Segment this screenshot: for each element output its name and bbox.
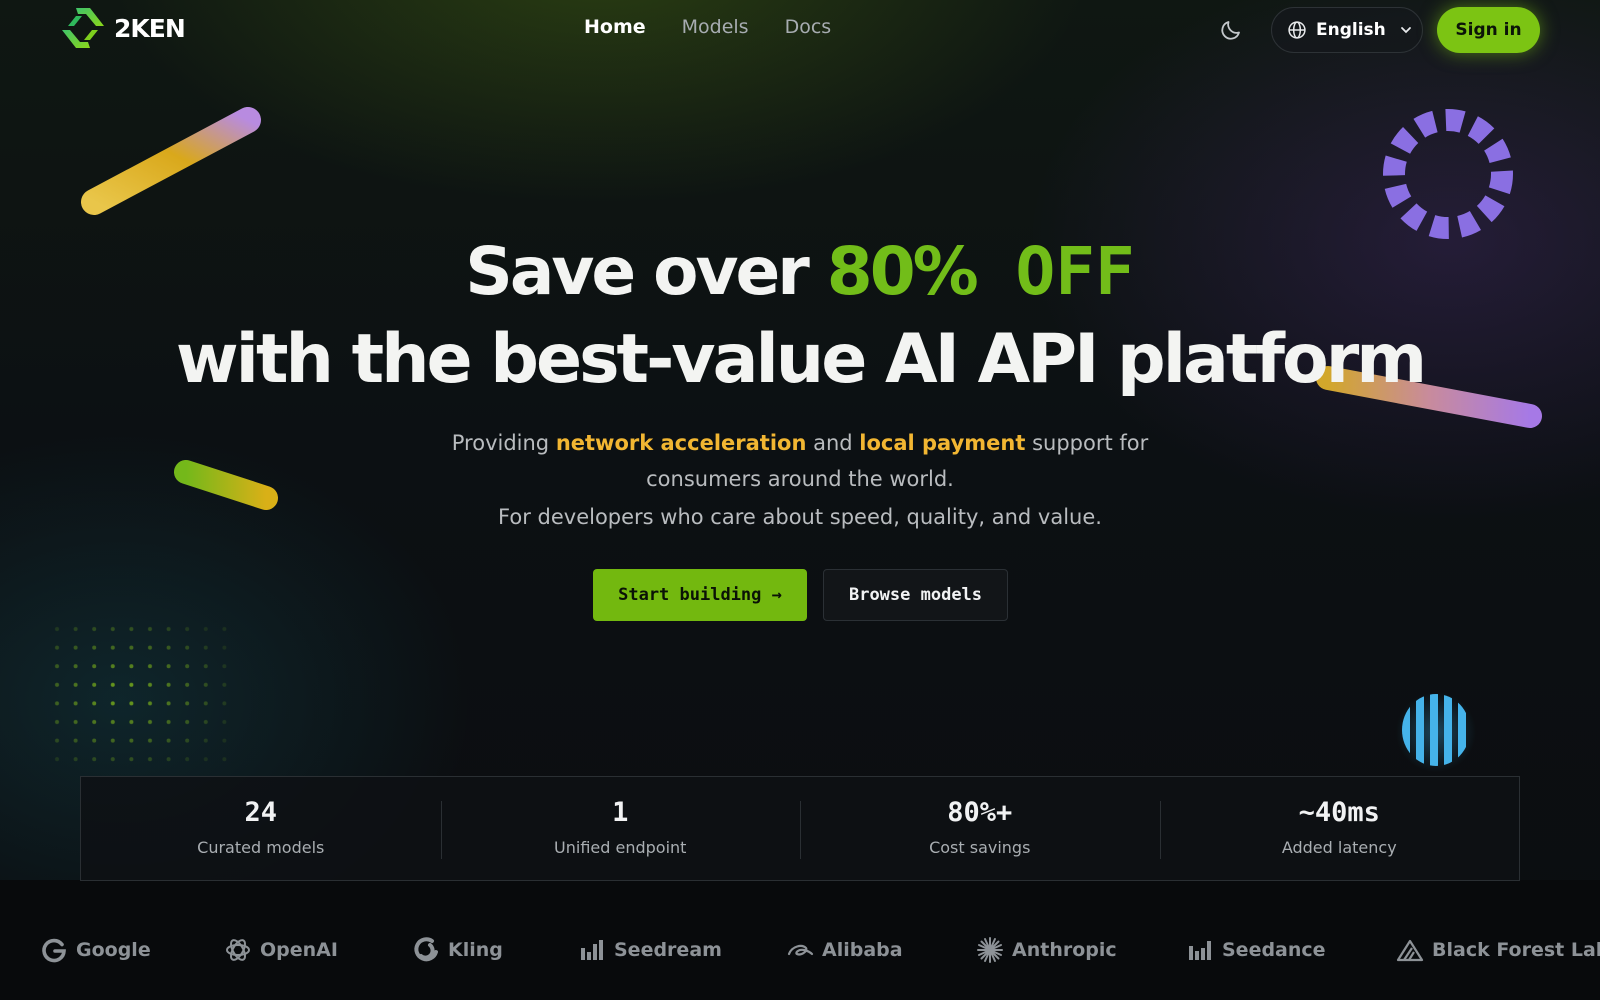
hero-sub-highlight-network: network acceleration bbox=[555, 431, 807, 455]
google-icon bbox=[42, 938, 66, 963]
partner-kling: Kling bbox=[412, 936, 503, 964]
openai-icon bbox=[226, 939, 250, 961]
partner-name: Google bbox=[76, 939, 151, 961]
partner-name: OpenAI bbox=[260, 939, 338, 961]
nav-item-models[interactable]: Models bbox=[682, 16, 749, 38]
stat-value: 24 bbox=[244, 796, 277, 828]
stat-label: Unified endpoint bbox=[554, 837, 687, 857]
partner-logos: Google OpenAI Kling Seedream Alibaba Ant… bbox=[0, 936, 1600, 976]
stat-added-latency: ~40ms Added latency bbox=[1159, 777, 1520, 880]
stat-value: ~40ms bbox=[1298, 796, 1380, 828]
hero-title-off: OFF bbox=[975, 233, 1135, 310]
main-nav: Home Models Docs bbox=[584, 16, 831, 38]
decor-yellow-pill bbox=[81, 107, 261, 215]
kling-icon bbox=[414, 937, 438, 962]
stat-label: Curated models bbox=[197, 837, 325, 857]
stat-curated-models: 24 Curated models bbox=[81, 777, 441, 880]
partner-google: Google bbox=[40, 936, 151, 964]
stat-cost-savings: 80%+ Cost savings bbox=[800, 777, 1160, 880]
partner-name: Black Forest Labs bbox=[1432, 939, 1600, 961]
partner-name: Seedance bbox=[1222, 939, 1326, 961]
anthropic-icon bbox=[977, 937, 1003, 963]
partner-name: Seedream bbox=[614, 939, 722, 961]
nav-item-docs[interactable]: Docs bbox=[785, 16, 832, 38]
language-selector[interactable]: English bbox=[1271, 7, 1423, 53]
hero-subtitle-line1: Providing network acceleration and local… bbox=[0, 425, 1600, 462]
stat-unified-endpoint: 1 Unified endpoint bbox=[440, 777, 801, 880]
stats-panel: 24 Curated models 1 Unified endpoint 80%… bbox=[80, 776, 1520, 881]
decor-striped-circle bbox=[1396, 692, 1476, 772]
hero-title-prefix: Save over bbox=[465, 233, 827, 310]
chevron-down-icon bbox=[1400, 27, 1411, 34]
partner-name: Alibaba bbox=[822, 939, 903, 961]
logo-mark-icon bbox=[62, 8, 104, 48]
moon-icon[interactable] bbox=[1219, 18, 1243, 42]
partner-alibaba: Alibaba bbox=[786, 936, 903, 964]
top-header: 2KEN Home Models Docs English Sign in bbox=[0, 0, 1600, 60]
partner-seedance: Seedance bbox=[1186, 936, 1326, 964]
decor-dashed-ring bbox=[1383, 109, 1513, 239]
hero-subtitle-line3: For developers who care about speed, qua… bbox=[498, 505, 1102, 529]
stat-value: 80%+ bbox=[947, 796, 1013, 828]
hero-title-line2: with the best-value AI API platform bbox=[175, 320, 1427, 399]
seedream-icon bbox=[581, 940, 603, 960]
partner-black-forest-labs: Black Forest Labs bbox=[1396, 936, 1600, 964]
partner-openai: OpenAI bbox=[224, 936, 338, 964]
hero-sub-text-b: and bbox=[806, 431, 860, 455]
partner-name: Kling bbox=[448, 939, 503, 961]
nav-item-home[interactable]: Home bbox=[584, 16, 646, 38]
black-forest-labs-icon bbox=[1396, 939, 1424, 962]
language-label: English bbox=[1316, 20, 1386, 40]
stat-label: Cost savings bbox=[929, 837, 1031, 857]
partner-anthropic: Anthropic bbox=[976, 936, 1117, 964]
partner-name: Anthropic bbox=[1012, 939, 1117, 961]
alibaba-icon bbox=[787, 944, 814, 956]
brand-logo[interactable]: 2KEN bbox=[60, 6, 186, 50]
brand-name: 2KEN bbox=[114, 13, 186, 43]
start-building-button[interactable]: Start building → bbox=[593, 569, 807, 621]
hero-sub-text-c: support for bbox=[1025, 431, 1149, 455]
hero-subtitle-line2: consumers around the world. bbox=[646, 467, 954, 491]
stat-label: Added latency bbox=[1281, 837, 1397, 857]
hero-sub-text-a: Providing bbox=[451, 431, 556, 455]
signin-button[interactable]: Sign in bbox=[1437, 7, 1540, 53]
decor-dot-grid bbox=[48, 620, 234, 766]
globe-icon bbox=[1288, 21, 1306, 39]
hero-title-percent: 80% bbox=[826, 233, 979, 310]
seedance-icon bbox=[1189, 941, 1211, 960]
partner-seedream: Seedream bbox=[578, 936, 722, 964]
hero-sub-highlight-payment: local payment bbox=[859, 431, 1026, 455]
stat-value: 1 bbox=[612, 796, 629, 828]
hero-title-line1: Save over 80% OFF bbox=[0, 232, 1600, 312]
browse-models-button[interactable]: Browse models bbox=[823, 569, 1008, 621]
